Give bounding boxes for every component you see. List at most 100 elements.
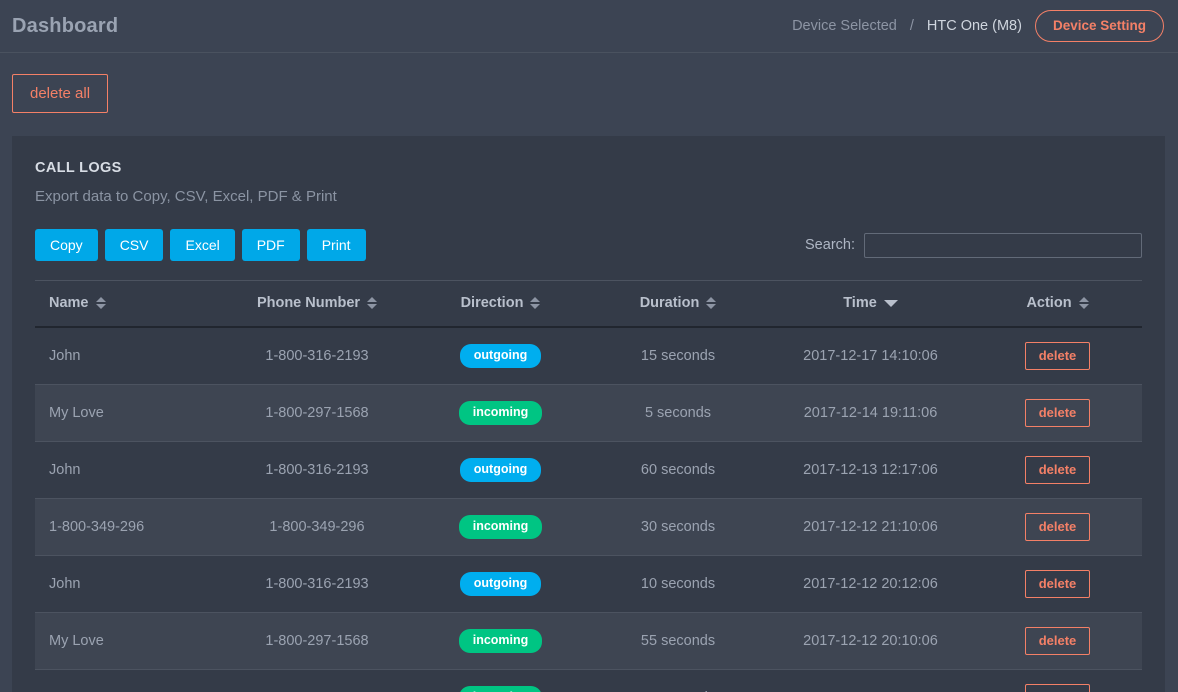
export-excel-button[interactable]: Excel xyxy=(170,229,235,261)
cell-name: John xyxy=(35,555,221,613)
cell-direction: incoming xyxy=(413,669,588,692)
cell-name: John xyxy=(35,327,221,385)
cell-duration: 30 seconds xyxy=(588,498,768,556)
cell-action: delete xyxy=(973,555,1142,613)
column-header-name-label: Name xyxy=(49,295,89,311)
search-area: Search: xyxy=(805,232,1143,258)
table-row: 1-800-349-296 1-800-349-296 incoming 30 sec… xyxy=(35,498,1142,556)
direction-badge: incoming xyxy=(458,515,543,539)
cell-phone-number: 1-800-297-1568 xyxy=(221,384,413,442)
sort-descending-icon[interactable] xyxy=(883,299,898,307)
direction-badge: outgoing xyxy=(459,344,542,368)
cell-direction: outgoing xyxy=(413,555,588,613)
cell-action: delete xyxy=(973,384,1142,442)
column-header-time-label: Time xyxy=(843,295,877,311)
table-row: My Love1-800-297-1568 incoming 23 seconds2… xyxy=(35,669,1142,692)
page-toolbar: delete all xyxy=(0,53,1178,136)
cell-phone-number: 1-800-316-2193 xyxy=(221,327,413,385)
delete-row-button[interactable]: delete xyxy=(1024,684,1091,692)
cell-name: My Love xyxy=(35,669,221,692)
delete-all-button[interactable]: delete all xyxy=(12,74,109,113)
delete-row-button[interactable]: delete xyxy=(1024,456,1091,484)
sort-both-icon[interactable] xyxy=(95,297,106,309)
call-logs-table: Name Phone Number Direction Duration Tim… xyxy=(35,280,1142,692)
delete-row-button[interactable]: delete xyxy=(1024,513,1091,541)
sort-both-icon[interactable] xyxy=(530,297,541,309)
cell-direction: outgoing xyxy=(413,441,588,499)
cell-time: 2017-12-12 16:10:06 xyxy=(768,669,973,692)
column-header-action[interactable]: Action xyxy=(973,280,1142,328)
column-header-phone-number-label: Phone Number xyxy=(256,295,361,311)
delete-row-button[interactable]: delete xyxy=(1024,570,1091,598)
cell-phone-number: 1-800-316-2193 xyxy=(221,441,413,499)
device-setting-button[interactable]: Device Setting xyxy=(1034,9,1164,43)
cell-phone-number: 1-800-297-1568 xyxy=(221,669,413,692)
sort-both-icon[interactable] xyxy=(367,297,378,309)
column-header-direction-label: Direction xyxy=(460,295,524,311)
table-row: John 1-800-316-2193 outgoing 15 seconds 2017… xyxy=(35,327,1142,385)
table-body: John 1-800-316-2193 outgoing 15 seconds 2017… xyxy=(35,327,1142,692)
search-input[interactable] xyxy=(864,232,1142,258)
cell-phone-number: 1-800-297-1568 xyxy=(221,612,413,670)
delete-row-button[interactable]: delete xyxy=(1024,342,1091,370)
cell-action: delete xyxy=(973,327,1142,385)
cell-direction: outgoing xyxy=(413,327,588,385)
sort-both-icon[interactable] xyxy=(706,297,717,309)
cell-duration: 23 seconds xyxy=(588,669,768,692)
cell-time: 2017-12-13 12:17:06 xyxy=(768,441,973,499)
table-head: Name Phone Number Direction Duration Tim… xyxy=(35,280,1142,328)
delete-row-button[interactable]: delete xyxy=(1024,627,1091,655)
cell-name: My Love xyxy=(35,384,221,442)
breadcrumb-separator: / xyxy=(909,18,914,34)
export-csv-button[interactable]: CSV xyxy=(104,229,164,261)
cell-time: 2017-12-14 19:11:06 xyxy=(768,384,973,442)
breadcrumb-device-selected-label: Device Selected xyxy=(792,18,897,34)
table-row: John 1-800-316-2193 outgoing 10 seconds 2017… xyxy=(35,555,1142,613)
cell-duration: 55 seconds xyxy=(588,612,768,670)
cell-duration: 15 seconds xyxy=(588,327,768,385)
cell-action: delete xyxy=(973,441,1142,499)
cell-phone-number: 1-800-349-296 xyxy=(221,498,413,556)
card-title: CALL LOGS xyxy=(35,160,122,176)
table-controls: Copy CSV Excel PDF Print Search: xyxy=(35,228,1143,262)
cell-name: 1-800-349-296 xyxy=(35,498,221,556)
column-header-direction[interactable]: Direction xyxy=(413,280,588,328)
cell-direction: incoming xyxy=(413,384,588,442)
cell-direction: incoming xyxy=(413,498,588,556)
export-button-group: Copy CSV Excel PDF Print xyxy=(35,229,366,261)
direction-badge: incoming xyxy=(458,686,543,692)
column-header-action-label: Action xyxy=(1026,295,1072,311)
sort-both-icon[interactable] xyxy=(1078,297,1089,309)
cell-duration: 60 seconds xyxy=(588,441,768,499)
cell-duration: 5 seconds xyxy=(588,384,768,442)
breadcrumb: Device Selected / HTC One (M8) Device Se… xyxy=(792,9,1164,43)
cell-duration: 10 seconds xyxy=(588,555,768,613)
cell-time: 2017-12-12 20:12:06 xyxy=(768,555,973,613)
cell-action: delete xyxy=(973,498,1142,556)
table-row: John 1-800-316-2193 outgoing 60 seconds 2017… xyxy=(35,441,1142,499)
cell-phone-number: 1-800-316-2193 xyxy=(221,555,413,613)
top-header-bar: Dashboard Device Selected / HTC One (M8)… xyxy=(0,0,1178,53)
direction-badge: outgoing xyxy=(459,572,542,596)
column-header-phone-number[interactable]: Phone Number xyxy=(221,280,413,328)
column-header-time[interactable]: Time xyxy=(768,280,973,328)
breadcrumb-device-name: HTC One (M8) xyxy=(926,18,1022,34)
search-label: Search: xyxy=(805,237,855,253)
direction-badge: outgoing xyxy=(459,458,542,482)
cell-time: 2017-12-12 20:10:06 xyxy=(768,612,973,670)
column-header-name[interactable]: Name xyxy=(35,280,221,328)
export-copy-button[interactable]: Copy xyxy=(35,229,98,261)
column-header-duration[interactable]: Duration xyxy=(588,280,768,328)
table-row: My Love 1-800-297-1568 incoming 55 seconds 2… xyxy=(35,612,1142,670)
table-header-row: Name Phone Number Direction Duration Tim… xyxy=(35,280,1142,328)
export-print-button[interactable]: Print xyxy=(306,229,366,261)
cell-time: 2017-12-17 14:10:06 xyxy=(768,327,973,385)
cell-action: delete xyxy=(973,612,1142,670)
column-header-duration-label: Duration xyxy=(639,295,700,311)
page-title: Dashboard xyxy=(12,14,119,37)
export-pdf-button[interactable]: PDF xyxy=(241,229,300,261)
direction-badge: incoming xyxy=(458,401,543,425)
card-subtitle: Export data to Copy, CSV, Excel, PDF & P… xyxy=(35,188,337,205)
delete-row-button[interactable]: delete xyxy=(1024,399,1091,427)
cell-action: delete xyxy=(973,669,1142,692)
